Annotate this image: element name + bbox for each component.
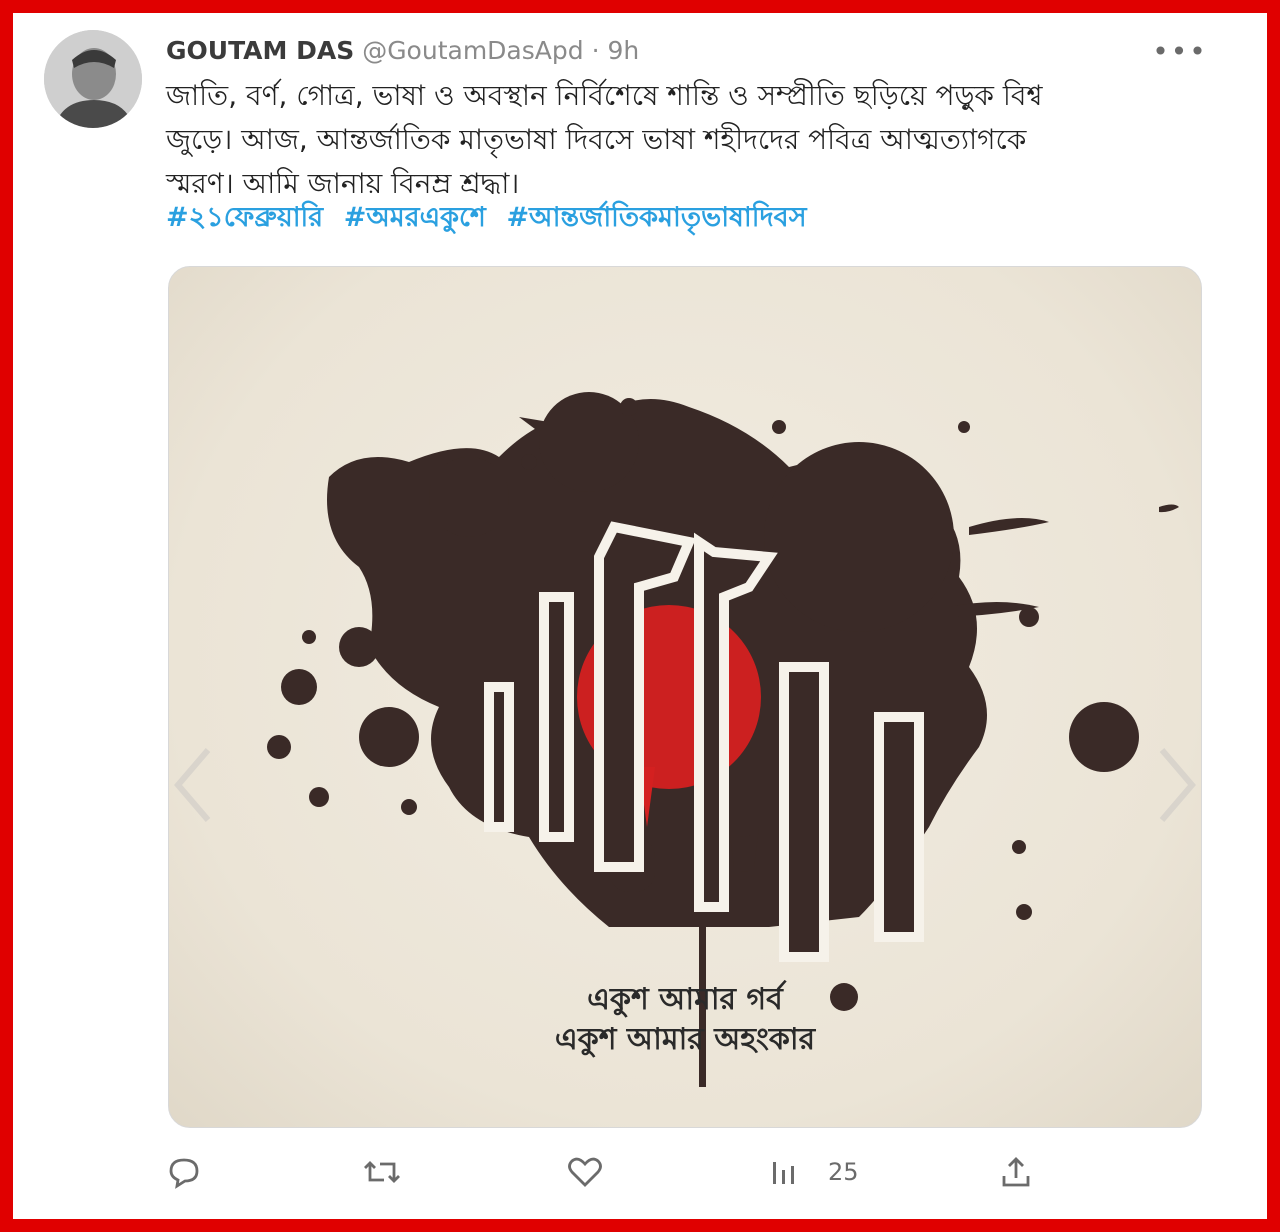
views-count: 25 <box>828 1158 859 1186</box>
share-button[interactable] <box>998 1152 1034 1192</box>
next-image-arrow-icon[interactable] <box>1152 740 1202 830</box>
tweet-text-line: জুড়ে। আজ, আন্তর্জাতিক মাতৃভাষা দিবসে ভা… <box>166 123 1027 156</box>
author-handle[interactable]: @GoutamDasApd <box>362 36 583 65</box>
reply-button[interactable] <box>166 1152 202 1192</box>
retweet-icon <box>364 1161 400 1183</box>
hashtag-link[interactable]: #২১ফেব্রুয়ারি <box>166 202 323 233</box>
tweet-text: জাতি, বর্ণ, গোত্র, ভাষা ও অবস্থান নির্বি… <box>166 74 1176 206</box>
tweet-text-line: জাতি, বর্ণ, গোত্র, ভাষা ও অবস্থান নির্বি… <box>166 79 1043 112</box>
hashtag-link[interactable]: #আন্তর্জাতিকমাতৃভাষাদিবস <box>506 202 806 233</box>
more-options-icon[interactable]: ••• <box>1152 35 1206 68</box>
retweet-button[interactable] <box>362 1152 402 1192</box>
tweet-header: GOUTAM DAS @GoutamDasApd · 9h <box>166 34 639 68</box>
image-caption-line: একুশ আমার অহংকার <box>554 1022 816 1057</box>
timestamp[interactable]: 9h <box>607 36 639 65</box>
views-button[interactable]: 25 <box>770 1152 859 1192</box>
tweet-image[interactable]: একুশ আমার গর্ব একুশ আমার অহংকার <box>168 266 1202 1128</box>
share-icon <box>1002 1157 1030 1187</box>
views-icon <box>773 1162 794 1184</box>
like-button[interactable] <box>566 1152 604 1192</box>
hashtag-link[interactable]: #অমরএকুশে <box>344 202 486 233</box>
tweet-action-bar: 25 <box>0 1146 1280 1206</box>
hashtag-list: #২১ফেব্রুয়ারি #অমরএকুশে #আন্তর্জাতিকমাত… <box>166 196 819 240</box>
like-icon <box>568 1157 602 1187</box>
separator: · <box>591 36 600 65</box>
image-caption-line: একুশ আমার গর্ব <box>587 982 783 1017</box>
previous-image-arrow-icon[interactable] <box>168 740 218 830</box>
author-name[interactable]: GOUTAM DAS <box>166 36 354 65</box>
avatar[interactable] <box>44 30 142 128</box>
reply-icon <box>169 1158 199 1189</box>
